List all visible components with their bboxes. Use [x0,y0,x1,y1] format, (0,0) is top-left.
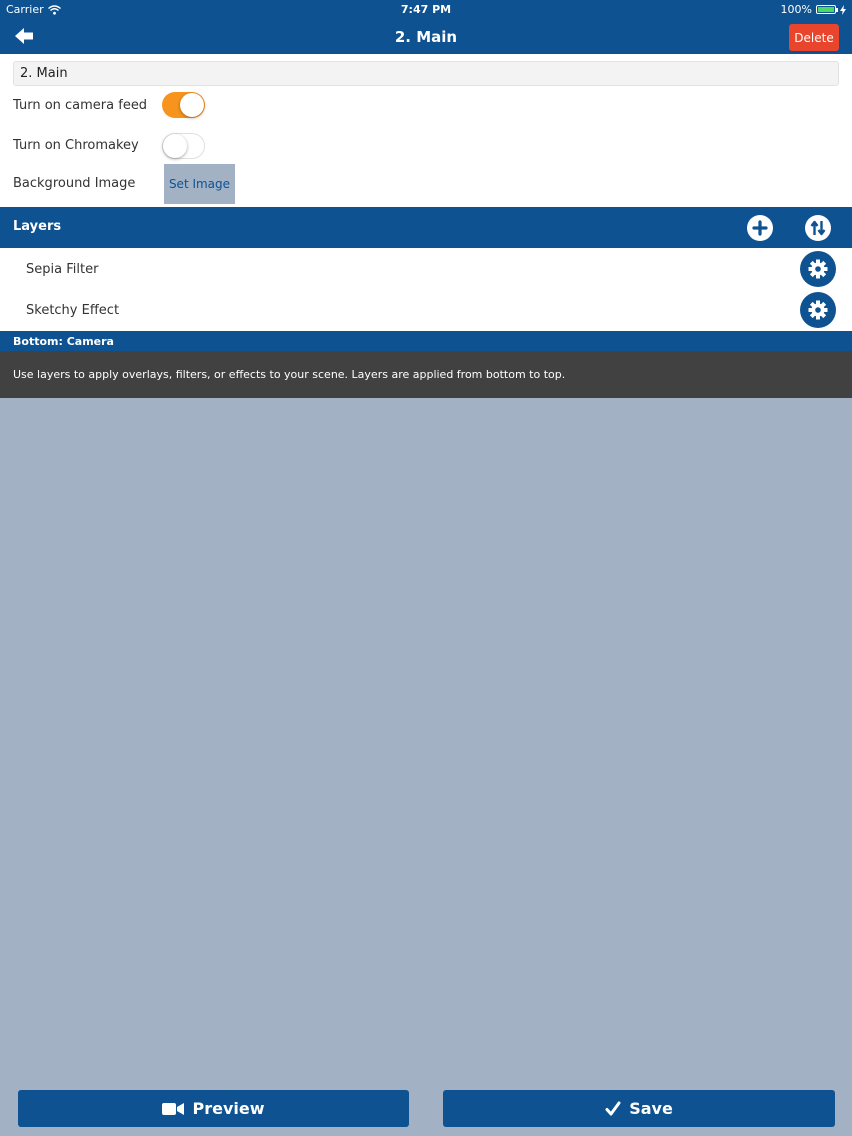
background-image-label: Background Image [13,176,136,191]
layers-header: Layers [0,207,852,248]
camera-feed-toggle[interactable] [162,92,205,118]
charging-icon [840,4,846,15]
preview-button[interactable]: Preview [18,1090,409,1127]
status-time: 7:47 PM [400,3,452,16]
add-layer-button[interactable] [747,215,773,241]
battery-percent: 100% [780,3,812,16]
gear-icon [808,259,828,279]
preview-label: Preview [192,1099,265,1118]
gear-icon [808,300,828,320]
chromakey-label: Turn on Chromakey [13,138,139,153]
sort-arrows-icon [810,220,826,236]
navigation-bar: 2. Main Delete [0,20,852,54]
layers-info-text: Use layers to apply overlays, filters, o… [0,351,852,398]
layer-settings-button[interactable] [800,292,836,328]
bottom-layer-label: Bottom: Camera [0,331,852,351]
video-camera-icon [162,1102,185,1115]
battery-icon [816,5,838,14]
status-bar: Carrier 7:47 PM 100% [0,0,852,20]
reorder-layers-button[interactable] [805,215,831,241]
layer-item-sepia-filter[interactable]: Sepia Filter [0,248,852,289]
scene-name-input[interactable] [13,61,839,86]
camera-feed-label: Turn on camera feed [13,98,148,113]
scene-settings-form: Turn on camera feed Turn on Chromakey Ba… [0,54,852,207]
plus-circle-icon [752,220,768,236]
layer-item-label: Sepia Filter [26,262,99,277]
chromakey-toggle[interactable] [162,133,205,159]
save-button[interactable]: Save [443,1090,835,1127]
set-image-button[interactable]: Set Image [164,164,235,204]
save-label: Save [629,1099,673,1118]
page-title: 2. Main [394,28,458,46]
battery-group: 100% [781,3,846,16]
layer-item-label: Sketchy Effect [26,303,120,318]
layer-settings-button[interactable] [800,251,836,287]
layers-title: Layers [13,219,62,234]
checkmark-icon [605,1101,621,1115]
layer-list: Sepia Filter Sketchy Effect [0,248,852,331]
layer-item-sketchy-effect[interactable]: Sketchy Effect [0,289,852,330]
delete-button[interactable]: Delete [789,24,839,51]
